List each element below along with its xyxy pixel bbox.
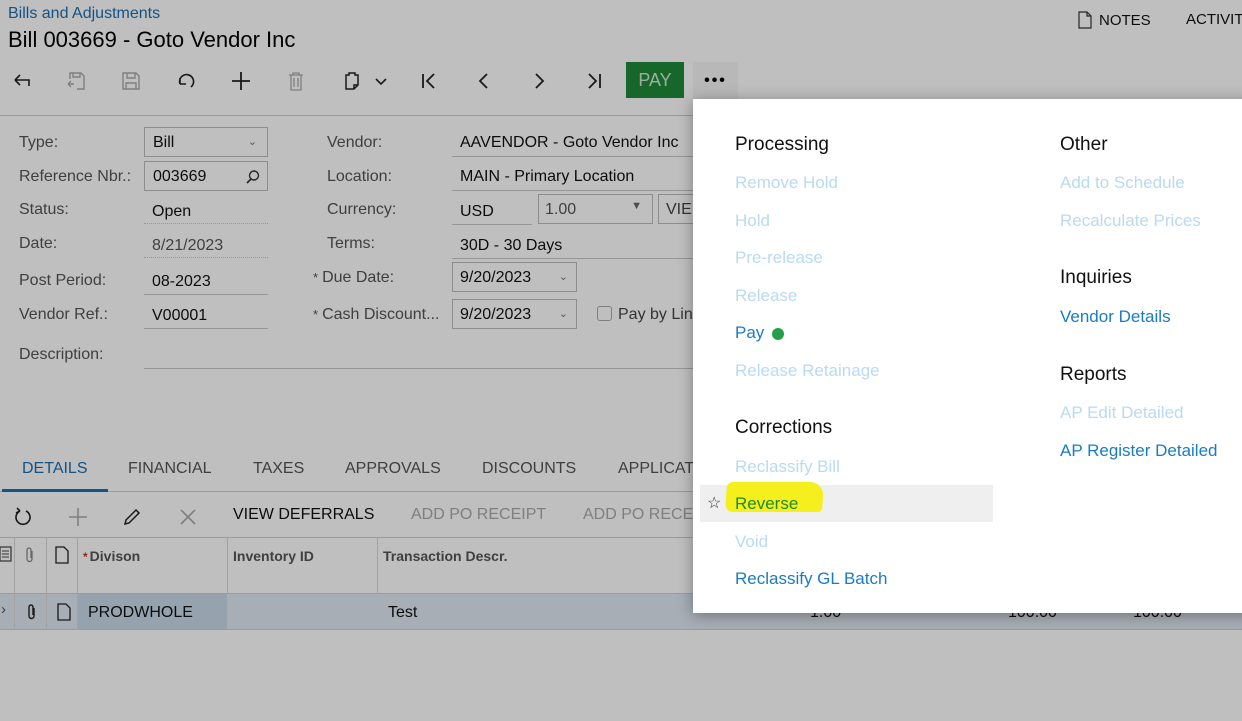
- menu-item-void[interactable]: Void: [735, 532, 768, 552]
- menu-item-remove-hold[interactable]: Remove Hold: [735, 173, 838, 193]
- menu-section-processing: Processing: [735, 134, 829, 155]
- menu-item-vendor-details[interactable]: Vendor Details: [1060, 307, 1171, 327]
- menu-item-ap-edit-detailed[interactable]: AP Edit Detailed: [1060, 403, 1183, 423]
- ellipsis-icon: •••: [704, 71, 727, 89]
- menu-section-corrections: Corrections: [735, 417, 833, 438]
- menu-item-reclassify-gl-batch[interactable]: Reclassify GL Batch: [735, 569, 887, 589]
- menu-item-reverse[interactable]: Reverse: [735, 494, 798, 514]
- menu-item-pay-label: Pay: [735, 323, 765, 342]
- menu-item-release-retainage[interactable]: Release Retainage: [735, 361, 880, 381]
- status-dot-icon: [772, 327, 785, 340]
- more-actions-button-active[interactable]: •••: [693, 62, 738, 99]
- bill-page: Bills and Adjustments Bill 003669 - Goto…: [0, 0, 1242, 721]
- menu-item-hold[interactable]: Hold: [735, 211, 770, 231]
- favorite-star-icon[interactable]: ☆: [707, 493, 721, 513]
- menu-section-reports: Reports: [1060, 364, 1127, 385]
- menu-item-release[interactable]: Release: [735, 286, 797, 306]
- menu-item-ap-register-detailed[interactable]: AP Register Detailed: [1060, 441, 1218, 461]
- menu-section-inquiries: Inquiries: [1060, 267, 1132, 288]
- menu-item-recalculate-prices[interactable]: Recalculate Prices: [1060, 211, 1201, 231]
- more-actions-menu: Processing Remove Hold Hold Pre-release …: [693, 99, 1242, 613]
- menu-item-pay[interactable]: Pay: [735, 323, 785, 343]
- menu-item-pre-release[interactable]: Pre-release: [735, 248, 823, 268]
- menu-section-other: Other: [1060, 134, 1108, 155]
- menu-item-reclassify-bill[interactable]: Reclassify Bill: [735, 457, 840, 477]
- menu-item-add-to-schedule[interactable]: Add to Schedule: [1060, 173, 1185, 193]
